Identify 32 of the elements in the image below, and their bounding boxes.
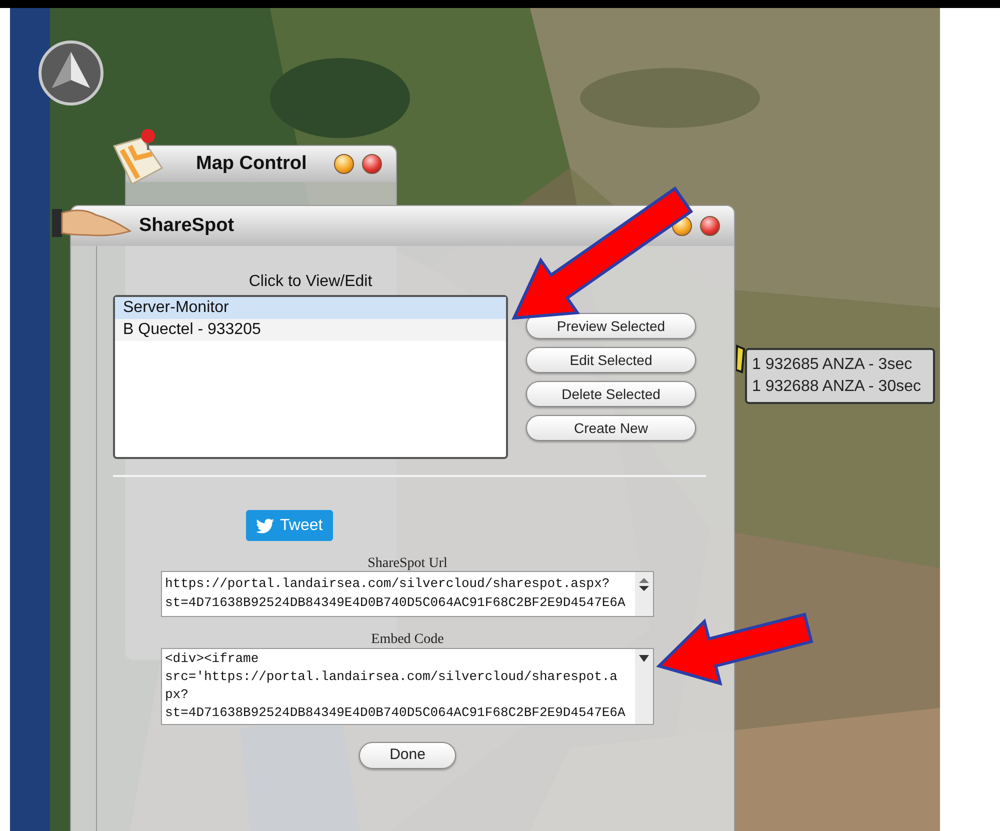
field-text: <div><iframe <box>165 650 260 668</box>
close-button[interactable] <box>362 154 382 174</box>
marker-text: 1 932685 ANZA - 3sec <box>752 355 914 375</box>
embed-code-field[interactable]: <div><iframe src='https://portal.landairsea.com/silvercloud/sharespot.a px? st=4D71638B92524DB84349E4D0B740D5C064AC91F68C2BF2E9D4547E6A <box>161 648 654 725</box>
field-text: px? <box>165 686 190 704</box>
field-text: st=4D71638B92524DB84349E4D0B740D5C064AC91F68C2BF2E9D4547E6A <box>165 594 626 612</box>
scroll-down-icon[interactable] <box>639 655 649 663</box>
window-title: Map Control <box>196 152 308 176</box>
bird-icon <box>256 516 274 534</box>
list-label: Click to View/Edit <box>248 272 374 292</box>
action-button[interactable]: Delete Selected <box>526 381 696 407</box>
scrollbar[interactable] <box>635 572 653 616</box>
field-text: st=4D71638B92524DB84349E4D0B740D5C064AC91F68C2BF2E9D4547E6A <box>165 704 626 722</box>
window-title: ShareSpot <box>139 214 236 238</box>
compass-icon[interactable] <box>38 40 104 106</box>
field-label: ShareSpot Url <box>368 555 448 571</box>
close-button[interactable] <box>700 216 720 236</box>
field-text: https://portal.landairsea.com/silvercloud/sharespot.aspx? <box>165 575 611 593</box>
field-label: Embed Code <box>371 631 444 648</box>
field-text: src='https://portal.landairsea.com/silvercloud/sharespot.a <box>165 668 618 686</box>
minimize-button[interactable] <box>334 154 354 174</box>
spot-list[interactable]: Server-Monitor B Quectel - 933205 <box>113 295 508 459</box>
action-button[interactable]: Preview Selected <box>526 313 696 339</box>
list-item[interactable]: Server-Monitor <box>115 297 506 319</box>
action-button[interactable]: Edit Selected <box>526 347 696 373</box>
scroll-arrows-icon[interactable] <box>639 578 649 592</box>
action-button[interactable]: Create New <box>526 415 696 441</box>
done-button[interactable]: Done <box>359 742 456 769</box>
list-item[interactable]: B Quectel - 933205 <box>115 319 506 341</box>
marker-text: 1 932688 ANZA - 30sec <box>752 377 922 397</box>
url-field[interactable]: https://portal.landairsea.com/silvercloud/sharespot.aspx? st=4D71638B92524DB84349E4D0B740D5C064AC91F68C2BF2E9D4547E6A <box>161 571 654 617</box>
scrollbar[interactable] <box>635 649 653 724</box>
